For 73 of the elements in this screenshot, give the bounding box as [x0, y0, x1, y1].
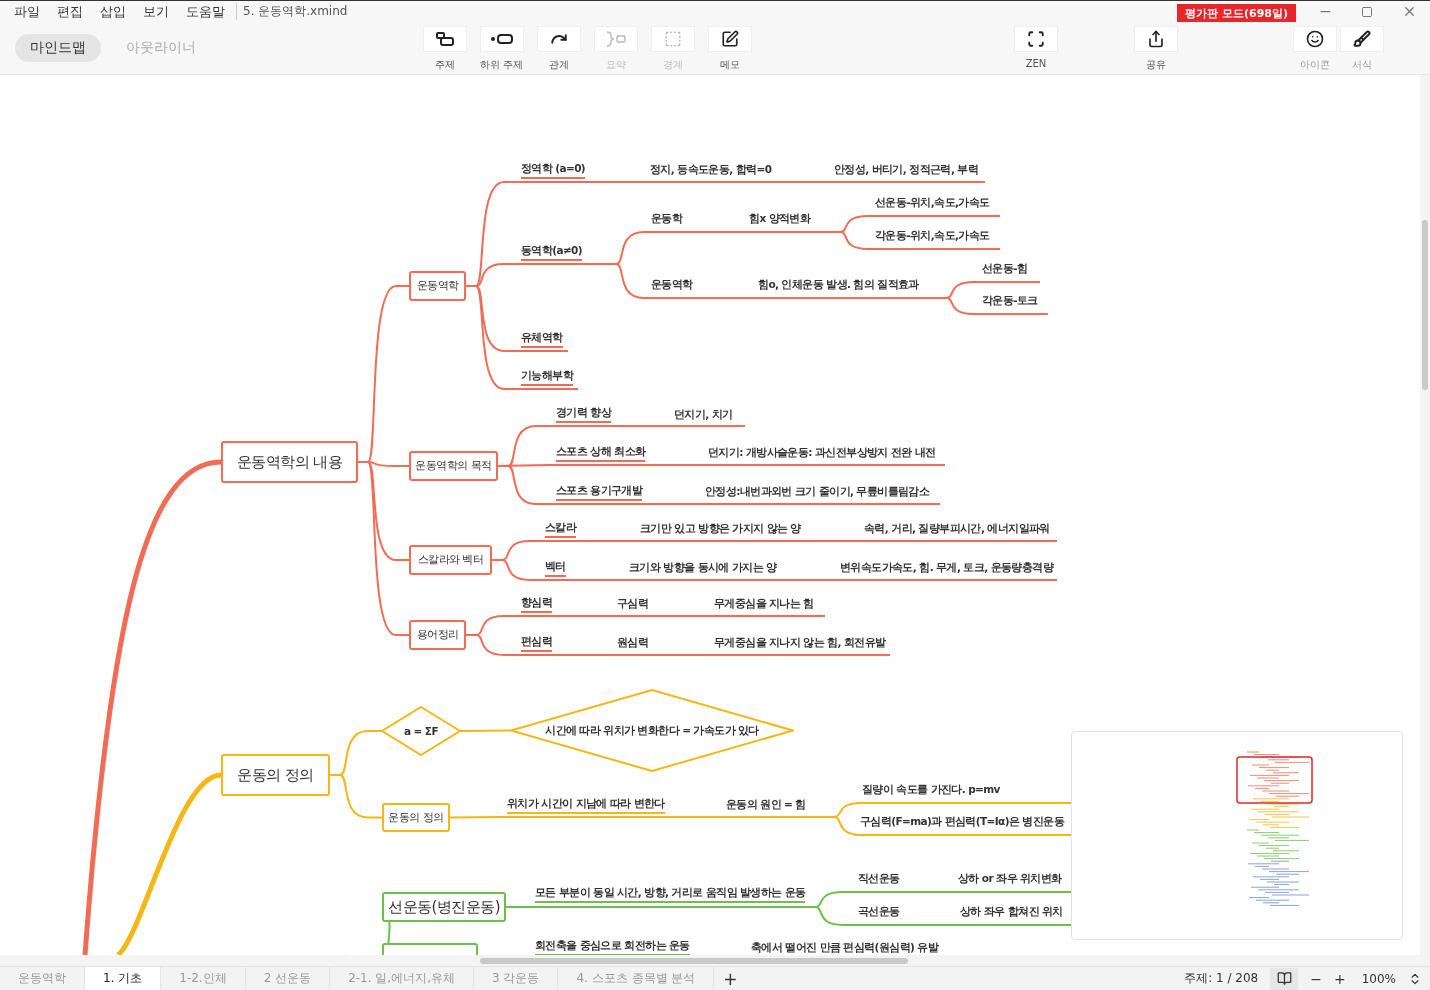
topic-label[interactable]: 축에서 떨어진 만큼 편심력(원심력) 유발	[751, 939, 939, 955]
topic-label[interactable]: a = ΣF	[404, 725, 438, 737]
topic-box[interactable]: 스칼라와 벡터	[409, 545, 492, 575]
topic-box[interactable]: 운동역학의 목적	[409, 451, 498, 481]
file-name: 5. 운동역학.xmind	[236, 3, 348, 20]
topic-label[interactable]: 스포츠 용기구개발	[556, 482, 643, 501]
menu-item[interactable]: 삽입	[100, 2, 126, 21]
topic-label[interactable]: 변위속도가속도, 힘. 무게, 토크, 운동량충격량	[840, 559, 1053, 575]
topic-label[interactable]: 힘o, 인체운동 발생. 힘의 질적효과	[758, 276, 919, 292]
topic-box[interactable]: 운동의 정의	[221, 754, 330, 796]
tool-label: 아이콘	[1299, 58, 1330, 72]
topic-label[interactable]: 운동학	[651, 210, 683, 226]
topic-label[interactable]: 곡선운동	[858, 903, 900, 919]
add-sheet-button[interactable]: +	[714, 968, 747, 989]
topic-label[interactable]: 던지기, 치기	[674, 406, 733, 422]
topic-box[interactable]: 운동역학	[409, 271, 466, 301]
topic-box[interactable]: 운동의 정의	[382, 803, 450, 832]
topic-label[interactable]: 운동역학	[651, 276, 693, 292]
topic-label[interactable]: 정지, 등속도운동, 합력=0	[650, 161, 772, 177]
topic-label[interactable]: 무게중심을 지나는 힘	[714, 595, 814, 611]
topic-label[interactable]: 스포츠 상해 최소화	[556, 443, 646, 462]
topic-label[interactable]: 벡터	[545, 558, 566, 577]
tool-label: 하위 주제	[479, 58, 524, 72]
topic-count: 주제: 1 / 208	[1184, 970, 1259, 987]
topic-label[interactable]: 원심력	[617, 634, 649, 650]
topic-label[interactable]: 선운동-힘	[982, 260, 1028, 276]
view-mode-tab[interactable]: 마인드맵	[15, 34, 101, 62]
menu-item[interactable]: 파일	[14, 2, 40, 21]
topic-label[interactable]: 던지기: 개방사슬운동: 과신전부상방지 전완 내전	[708, 444, 936, 460]
zoom-out-button[interactable]: −	[1310, 970, 1322, 987]
topic-label[interactable]: 크기와 방향을 동시에 가지는 양	[629, 559, 777, 575]
tool-label: 관계	[548, 58, 569, 72]
topic-label[interactable]: 편심력	[521, 633, 553, 652]
topic-label[interactable]: 시간에 따라 위치가 변화한다 = 가속도가 있다	[545, 723, 759, 738]
topic-label[interactable]: 운동의 원인 = 힘	[726, 796, 806, 812]
menu-item[interactable]: 편집	[57, 2, 83, 21]
topic-label[interactable]: 각운동-위치,속도,가속도	[875, 227, 990, 243]
tool-label: 주제	[434, 58, 455, 72]
topic-label[interactable]: 스칼라	[545, 519, 577, 538]
topic-label[interactable]: 선운동-위치,속도,가속도	[875, 194, 990, 210]
topic-label[interactable]: 구심력	[617, 595, 649, 611]
topic-label[interactable]: 경기력 향상	[556, 404, 612, 423]
topic-label[interactable]: 구심력(F=ma)과 편심력(T=Iα)은 병진운동	[860, 813, 1064, 829]
topic-label[interactable]: 정역학 (a=0)	[521, 160, 586, 179]
topic-label[interactable]: 무게중심을 지나지 않는 힘, 회전유발	[714, 634, 886, 650]
topic-box[interactable]: 운동역학의 내용	[221, 441, 358, 483]
topic-label[interactable]: 유체역학	[521, 329, 563, 348]
zoom-in-button[interactable]: +	[1333, 970, 1346, 987]
topic-label[interactable]: 속력, 거리, 질량부피시간, 에너지일파워	[864, 520, 1050, 536]
topic-label[interactable]: 직선운동	[858, 870, 900, 886]
topic-label[interactable]: 질량이 속도를 가진다. p=mv	[862, 781, 1000, 797]
topic-label[interactable]: 안정성:내번과외번 크기 줄이기, 무릎비틀림감소	[705, 483, 930, 499]
topic-label[interactable]: 기능해부학	[521, 367, 573, 386]
topic-label[interactable]: 향심력	[521, 594, 553, 613]
topic-box[interactable]: 선운동(병진운동)	[382, 892, 507, 922]
menu-item[interactable]: 보기	[143, 2, 169, 21]
topic-label[interactable]: 동역학(a≠0)	[521, 242, 582, 261]
topic-label[interactable]: 안정성, 버티기, 정적근력, 부력	[834, 161, 979, 177]
tool-label: 메모	[719, 58, 740, 72]
topic-label[interactable]: 크기만 있고 방향은 가지지 않는 양	[640, 520, 801, 536]
topic-label[interactable]: 모든 부분이 동일 시간, 방향, 거리로 움직임 발생하는 운동	[535, 884, 806, 903]
tool-label: 서식	[1351, 58, 1372, 72]
tool-label: 공유	[1146, 58, 1166, 72]
topic-label[interactable]: 상하 좌우 합쳐진 위치	[960, 903, 1063, 919]
sheet-tab[interactable]: 1. 기초	[85, 967, 162, 990]
menu-item[interactable]: 도움말	[186, 2, 225, 21]
topic-label[interactable]: 힘x 양적변화	[749, 210, 811, 226]
zoom-level[interactable]: 100%	[1361, 971, 1396, 986]
topic-label[interactable]: 위치가 시간이 지남에 따라 변한다	[507, 795, 665, 814]
tool-label: ZEN	[1025, 58, 1047, 69]
topic-label[interactable]: 각운동-토크	[982, 292, 1038, 308]
topic-box[interactable]: 용어정리	[409, 620, 466, 650]
topic-label[interactable]: 상하 or 좌우 위치변화	[958, 870, 1062, 886]
